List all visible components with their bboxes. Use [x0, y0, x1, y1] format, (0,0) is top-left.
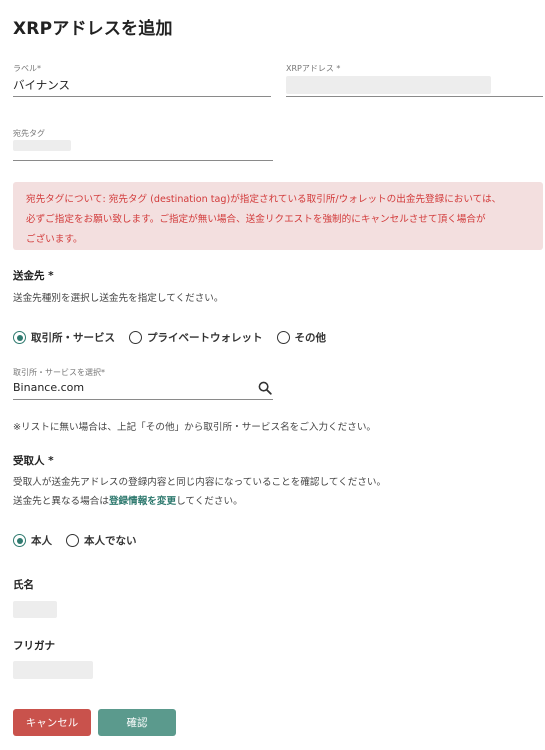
radio-self-label: 本人: [31, 535, 52, 547]
confirm-button[interactable]: 確認: [98, 709, 176, 736]
recipient-desc-2-suffix: してください。: [176, 496, 243, 507]
address-field-underline: [286, 96, 543, 97]
recipient-title: 受取人 *: [13, 455, 54, 467]
tag-field-label: 宛先タグ: [13, 129, 45, 138]
exchange-select-label: 取引所・サービスを選択*: [13, 368, 105, 377]
radio-checked-icon: [13, 331, 26, 344]
alert-line-2: 必ずご指定をお願い致します。ご指定が無い場合、送金リクエストを強制的にキャンセル…: [26, 214, 486, 225]
recipient-desc-2-prefix: 送金先と異なる場合は: [13, 496, 109, 507]
radio-not-self-label: 本人でない: [84, 535, 137, 547]
tag-field-input[interactable]: [13, 140, 71, 151]
exchange-select-input[interactable]: Binance.com: [13, 381, 84, 394]
radio-not-self[interactable]: 本人でない: [66, 533, 137, 548]
page-title: XRPアドレスを追加: [13, 19, 173, 39]
destination-tag-alert: 宛先タグについて: 宛先タグ (destination tag)が指定されている…: [13, 182, 543, 250]
radio-exchange-label: 取引所・サービス: [31, 332, 115, 344]
exchange-note: ※リストに無い場合は、上記「その他」から取引所・サービス名をご入力ください。: [13, 422, 377, 433]
radio-checked-icon: [13, 534, 26, 547]
label-field-input[interactable]: バイナンス: [13, 77, 70, 93]
radio-unchecked-icon: [129, 331, 142, 344]
name-value: [13, 601, 57, 618]
radio-exchange[interactable]: 取引所・サービス: [13, 330, 115, 345]
address-field-input[interactable]: [286, 76, 491, 94]
recipient-desc-1: 受取人が送金先アドレスの登録内容と同じ内容になっていることを確認してください。: [13, 477, 387, 488]
radio-private-wallet[interactable]: プライベートウォレット: [129, 330, 263, 345]
recipient-radio-group: 本人 本人でない: [13, 533, 151, 548]
destination-type-radio-group: 取引所・サービス プライベートウォレット その他: [13, 330, 340, 345]
radio-other-label: その他: [294, 332, 327, 344]
furigana-value: [13, 661, 93, 679]
recipient-desc-2: 送金先と異なる場合は登録情報を変更してください。: [13, 493, 243, 507]
exchange-select-underline: [13, 399, 273, 400]
destination-title: 送金先 *: [13, 270, 54, 282]
radio-unchecked-icon: [276, 331, 290, 344]
alert-line-3: ございます。: [26, 234, 83, 245]
radio-other[interactable]: その他: [276, 330, 327, 345]
name-title: 氏名: [13, 579, 34, 591]
address-field-label: XRPアドレス *: [286, 64, 341, 73]
alert-line-1: 宛先タグについて: 宛先タグ (destination tag)が指定されている…: [26, 194, 502, 205]
furigana-title: フリガナ: [13, 640, 55, 652]
label-field-label: ラベル*: [13, 64, 41, 73]
radio-unchecked-icon: [66, 534, 79, 547]
cancel-button[interactable]: キャンセル: [13, 709, 91, 736]
tag-field-underline: [13, 160, 273, 161]
change-registration-link[interactable]: 登録情報を変更: [109, 496, 176, 507]
search-icon[interactable]: [258, 381, 272, 395]
label-field-underline: [13, 96, 271, 97]
radio-private-wallet-label: プライベートウォレット: [147, 332, 263, 344]
destination-desc: 送金先種別を選択し送金先を指定してください。: [13, 293, 224, 304]
radio-self[interactable]: 本人: [13, 533, 52, 548]
